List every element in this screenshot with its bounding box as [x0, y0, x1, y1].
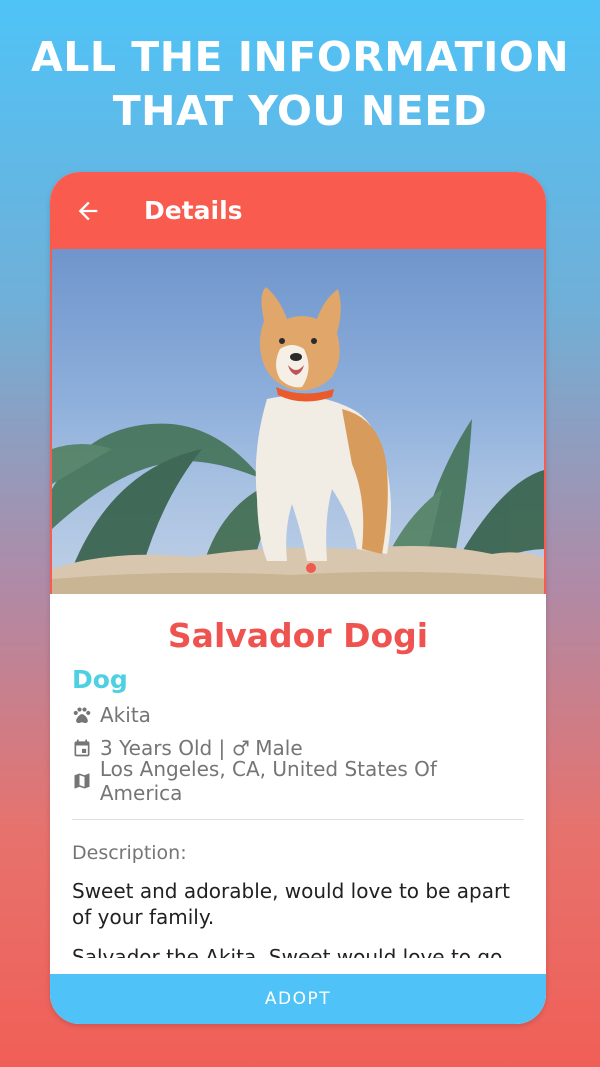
app-bar: Details	[50, 172, 546, 249]
divider	[72, 819, 524, 820]
carousel-indicator-dot[interactable]	[306, 563, 316, 573]
pet-name: Salvador Dogi	[167, 616, 429, 655]
paw-icon	[72, 705, 100, 725]
breed-row: Akita	[72, 698, 524, 731]
arrow-left-icon	[78, 201, 98, 220]
headline: ALL THE INFORMATION THAT YOU NEED	[0, 30, 600, 138]
location-row: Los Angeles, CA, United States Of Americ…	[72, 757, 524, 805]
headline-line-1: ALL THE INFORMATION	[30, 33, 570, 81]
page-title: Details	[144, 196, 243, 225]
dog-photo-illustration	[52, 287, 544, 594]
location-text: Los Angeles, CA, United States Of Americ…	[99, 756, 437, 805]
app-screen: Details Salvador Dogi Dog Akita 3 Years …	[50, 172, 546, 1024]
description-text: Sweet and adorable, would love to be apa…	[72, 879, 511, 929]
description-overflow-text: Salvador the Akita. Sweet would love to …	[72, 945, 503, 958]
male-icon	[231, 738, 251, 758]
calendar-icon	[72, 738, 100, 758]
pet-type: Dog	[72, 665, 128, 694]
back-button[interactable]	[50, 172, 126, 249]
breed-text: Akita	[100, 702, 151, 727]
map-icon	[72, 771, 100, 791]
pet-photo[interactable]	[50, 249, 546, 594]
adopt-button[interactable]: ADOPT	[50, 974, 546, 1024]
headline-line-2: THAT YOU NEED	[112, 87, 488, 135]
pet-details: Salvador Dogi Dog Akita 3 Years Old | Ma…	[50, 594, 546, 958]
description-label: Description:	[72, 842, 187, 864]
